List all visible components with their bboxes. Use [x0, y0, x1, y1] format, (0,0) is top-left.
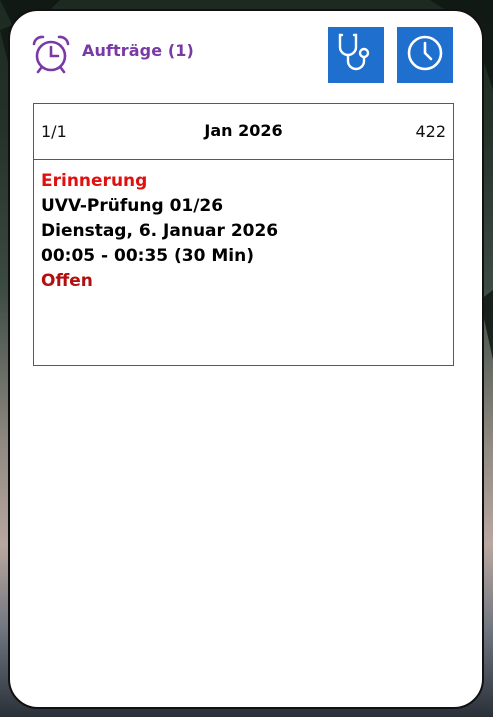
clock-button[interactable]: [397, 27, 453, 83]
order-entry[interactable]: 1/1 Jan 2026 422 Erinnerung UVV-Prüfung …: [33, 103, 454, 366]
entry-time: 00:05 - 00:35 (30 Min): [41, 246, 254, 266]
entry-body: Erinnerung UVV-Prüfung 01/26 Dienstag, 6…: [34, 160, 453, 303]
card-header: Aufträge (1): [10, 11, 482, 95]
clock-icon: [405, 33, 445, 77]
stethoscope-button[interactable]: [328, 27, 384, 83]
month-label: Jan 2026: [204, 121, 283, 140]
entry-date: Dienstag, 6. Januar 2026: [41, 221, 279, 241]
entry-header: 1/1 Jan 2026 422: [34, 104, 453, 160]
alarm-clock-icon: [30, 33, 72, 75]
entry-subject: UVV-Prüfung 01/26: [41, 196, 224, 216]
entry-type: Erinnerung: [41, 171, 148, 191]
page-title: Aufträge (1): [82, 41, 194, 60]
entry-status: Offen: [41, 271, 93, 291]
stethoscope-icon: [334, 31, 378, 79]
entry-number: 422: [415, 122, 446, 141]
orders-card: Aufträge (1) 1/1 Jan 2026 422 Erinnerung…: [8, 9, 484, 709]
